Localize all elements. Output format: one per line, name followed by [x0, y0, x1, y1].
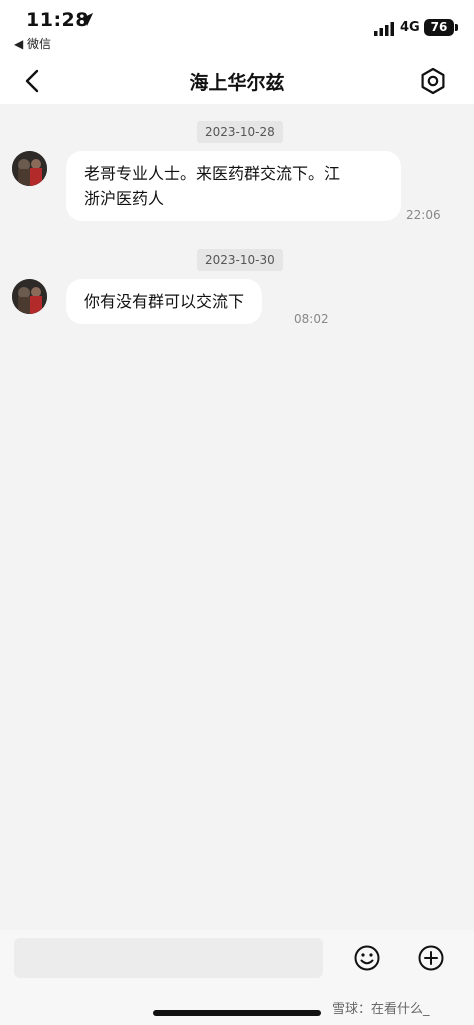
avatar[interactable]: [12, 279, 47, 314]
date-divider: 2023-10-30: [197, 249, 283, 271]
avatar-image: [12, 151, 47, 186]
network-type: 4G: [400, 20, 420, 35]
message-input[interactable]: [14, 938, 323, 978]
location-arrow-icon: [79, 12, 94, 27]
input-bar: 雪球：在看什么_: [0, 930, 474, 1025]
home-indicator: [153, 1010, 321, 1016]
message-bubble[interactable]: 老哥专业人士。来医药群交流下。江 浙沪医药人: [66, 151, 401, 221]
message-time: 22:06: [406, 208, 441, 222]
settings-gear-icon[interactable]: [418, 66, 448, 96]
page-title: 海上华尔兹: [189, 72, 285, 94]
avatar[interactable]: [12, 151, 47, 186]
message-line: 浙沪医药人: [84, 189, 165, 208]
nav-bar: 海上华尔兹: [0, 58, 474, 104]
status-bar: 11:28 ◀ 微信 4G 76: [0, 0, 474, 58]
emoji-icon[interactable]: [352, 943, 382, 973]
date-divider: 2023-10-28: [197, 121, 283, 143]
message-time: 08:02: [294, 312, 329, 326]
watermark-text: 雪球：在看什么_: [332, 1002, 430, 1017]
battery-icon: 76: [424, 19, 454, 36]
message-line: 老哥专业人士。来医药群交流下。江: [84, 164, 341, 183]
cellular-signal-icon: [374, 22, 394, 36]
add-plus-icon[interactable]: [416, 943, 446, 973]
back-to-app-link[interactable]: ◀ 微信: [14, 35, 51, 52]
message-bubble[interactable]: 你有没有群可以交流下: [66, 279, 263, 324]
chat-area[interactable]: 2023-10-28 老哥专业人士。来医药群交流下。江 浙沪医药人 22:06 …: [0, 104, 474, 930]
battery-tip: [455, 24, 458, 31]
avatar-image: [12, 279, 47, 314]
message-line: 你有没有群可以交流下: [84, 292, 245, 311]
